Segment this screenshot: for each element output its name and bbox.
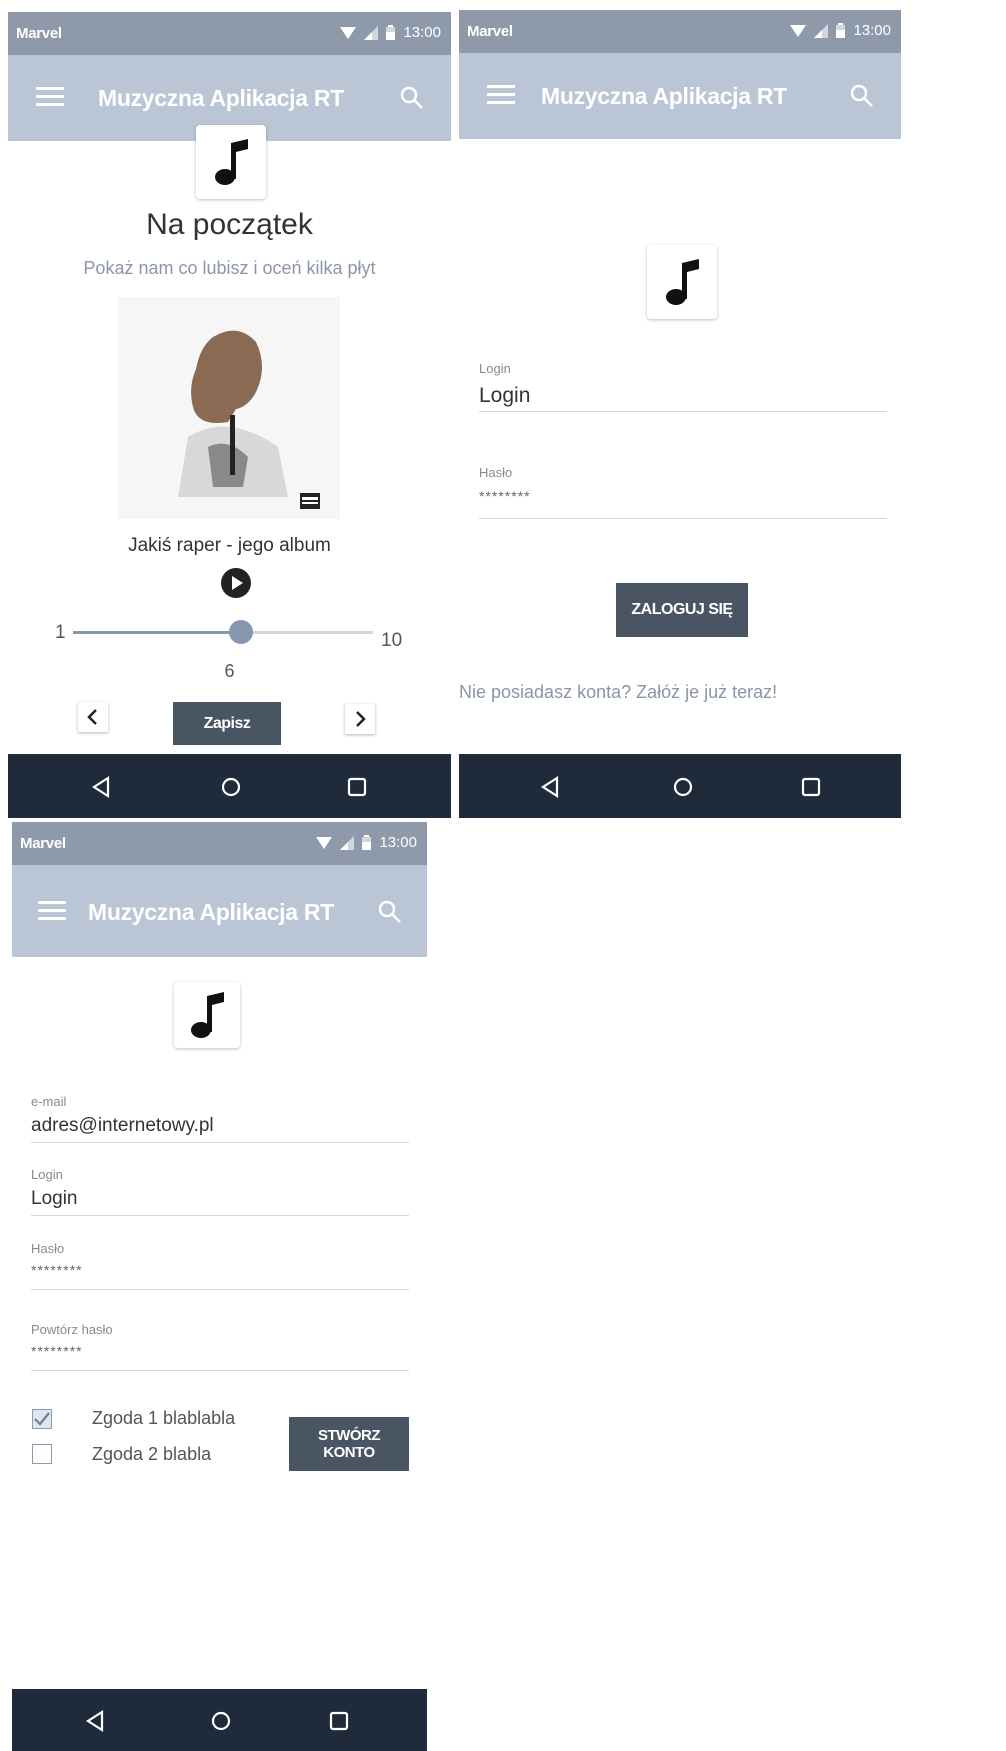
password-field-underline <box>31 1289 409 1290</box>
carrier-name: Marvel <box>467 23 513 40</box>
system-nav-bar <box>12 1689 427 1751</box>
hamburger-menu-icon[interactable] <box>38 898 68 924</box>
consent-2-label: Zgoda 2 blabla <box>92 1444 212 1464</box>
consent-2-checkbox[interactable] <box>32 1444 52 1464</box>
login-field[interactable]: Login <box>479 384 530 408</box>
music-note-logo <box>647 245 717 319</box>
app-bar: Muzyczna Aplikacja RT <box>459 53 901 139</box>
back-icon[interactable] <box>88 774 114 800</box>
rating-min-label: 1 <box>55 622 66 643</box>
password-field[interactable]: ******** <box>31 1262 83 1278</box>
consent-1-label: Zgoda 1 blablabla <box>92 1408 236 1428</box>
battery-icon <box>362 835 372 850</box>
back-icon[interactable] <box>537 774 563 800</box>
music-note-logo <box>196 125 266 199</box>
login-field[interactable]: Login <box>31 1188 78 1210</box>
system-nav-bar <box>459 754 901 818</box>
app-bar: Muzyczna Aplikacja RT <box>12 865 427 957</box>
rating-slider[interactable] <box>73 620 373 644</box>
create-account-line-2: KONTO <box>323 1444 375 1461</box>
login-field-label: Login <box>479 361 511 376</box>
repeat-password-field[interactable]: ******** <box>31 1343 83 1359</box>
home-icon[interactable] <box>670 774 696 800</box>
email-field[interactable]: adres@internetowy.pl <box>31 1115 214 1137</box>
slider-thumb[interactable] <box>229 620 253 644</box>
login-button[interactable]: ZALOGUJ SIĘ <box>616 583 748 637</box>
home-icon[interactable] <box>208 1708 234 1734</box>
music-note-logo <box>174 982 240 1048</box>
wifi-icon <box>340 26 357 39</box>
email-field-label: e-mail <box>31 1094 67 1109</box>
phone-screen-onboarding: Marvel 13:00 Muzyczna Aplikacja RT Na po… <box>8 12 451 818</box>
home-icon[interactable] <box>218 774 244 800</box>
login-field-underline <box>479 411 887 412</box>
create-account-button[interactable]: STWÓRZ KONTO <box>289 1417 409 1471</box>
password-field[interactable]: ******** <box>479 488 531 504</box>
search-icon[interactable] <box>377 899 403 925</box>
back-icon[interactable] <box>82 1708 108 1734</box>
app-title: Muzyczna Aplikacja RT <box>541 83 787 109</box>
register-link[interactable]: Nie posiadasz konta? Załóż je już teraz! <box>459 682 777 703</box>
previous-button[interactable] <box>78 702 108 732</box>
chevron-right-icon <box>356 711 366 727</box>
app-title: Muzyczna Aplikacja RT <box>88 899 334 925</box>
search-icon[interactable] <box>849 83 875 109</box>
status-time: 13:00 <box>403 24 441 41</box>
recents-icon[interactable] <box>326 1708 352 1734</box>
rating-value: 6 <box>224 661 235 681</box>
recents-icon[interactable] <box>344 774 370 800</box>
signal-icon <box>364 25 379 40</box>
status-time: 13:00 <box>853 22 891 39</box>
signal-icon <box>340 835 355 850</box>
next-button[interactable] <box>345 704 375 734</box>
page-title: Na początek <box>146 208 313 241</box>
repeat-password-field-label: Powtórz hasło <box>31 1322 113 1337</box>
carrier-name: Marvel <box>16 25 62 42</box>
status-bar: Marvel 13:00 <box>459 10 901 53</box>
hamburger-menu-icon[interactable] <box>487 82 517 108</box>
create-account-line-1: STWÓRZ <box>318 1427 381 1444</box>
login-field-label: Login <box>31 1167 63 1182</box>
password-field-label: Hasło <box>479 465 513 480</box>
phone-screen-login: Marvel 13:00 Muzyczna Aplikacja RT Login… <box>459 10 901 818</box>
battery-icon <box>836 23 846 38</box>
search-icon[interactable] <box>399 85 425 111</box>
email-field-underline <box>31 1142 409 1143</box>
password-field-underline <box>479 518 887 519</box>
repeat-password-field-underline <box>31 1370 409 1371</box>
album-cover <box>118 297 340 519</box>
consent-1-checkbox[interactable] <box>32 1409 52 1429</box>
hamburger-menu-icon[interactable] <box>36 84 66 110</box>
signal-icon <box>814 23 829 38</box>
wifi-icon <box>790 24 807 37</box>
album-artwork-image <box>118 297 340 519</box>
music-note-icon <box>191 992 224 1038</box>
phone-screen-register: Marvel 13:00 Muzyczna Aplikacja RT e-mai… <box>12 822 427 1751</box>
checkmark-icon <box>34 1412 50 1426</box>
status-time: 13:00 <box>379 834 417 851</box>
system-nav-bar <box>8 754 451 818</box>
music-note-icon <box>666 259 699 305</box>
chevron-left-icon <box>87 709 97 725</box>
save-button[interactable]: Zapisz <box>173 702 281 745</box>
app-title: Muzyczna Aplikacja RT <box>98 85 344 111</box>
music-note-icon <box>215 139 248 185</box>
rating-max-label: 10 <box>381 630 403 651</box>
status-bar: Marvel 13:00 <box>12 822 427 865</box>
battery-icon <box>386 25 396 40</box>
password-field-label: Hasło <box>31 1241 65 1256</box>
login-field-underline <box>31 1215 409 1216</box>
album-caption: Jakiś raper - jego album <box>128 535 331 556</box>
wifi-icon <box>316 836 333 849</box>
page-subtitle: Pokaż nam co lubisz i oceń kilka płyt <box>83 258 376 278</box>
slider-fill <box>73 631 241 634</box>
status-bar: Marvel 13:00 <box>8 12 451 55</box>
play-icon[interactable] <box>220 567 252 599</box>
recents-icon[interactable] <box>798 774 824 800</box>
carrier-name: Marvel <box>20 835 66 852</box>
